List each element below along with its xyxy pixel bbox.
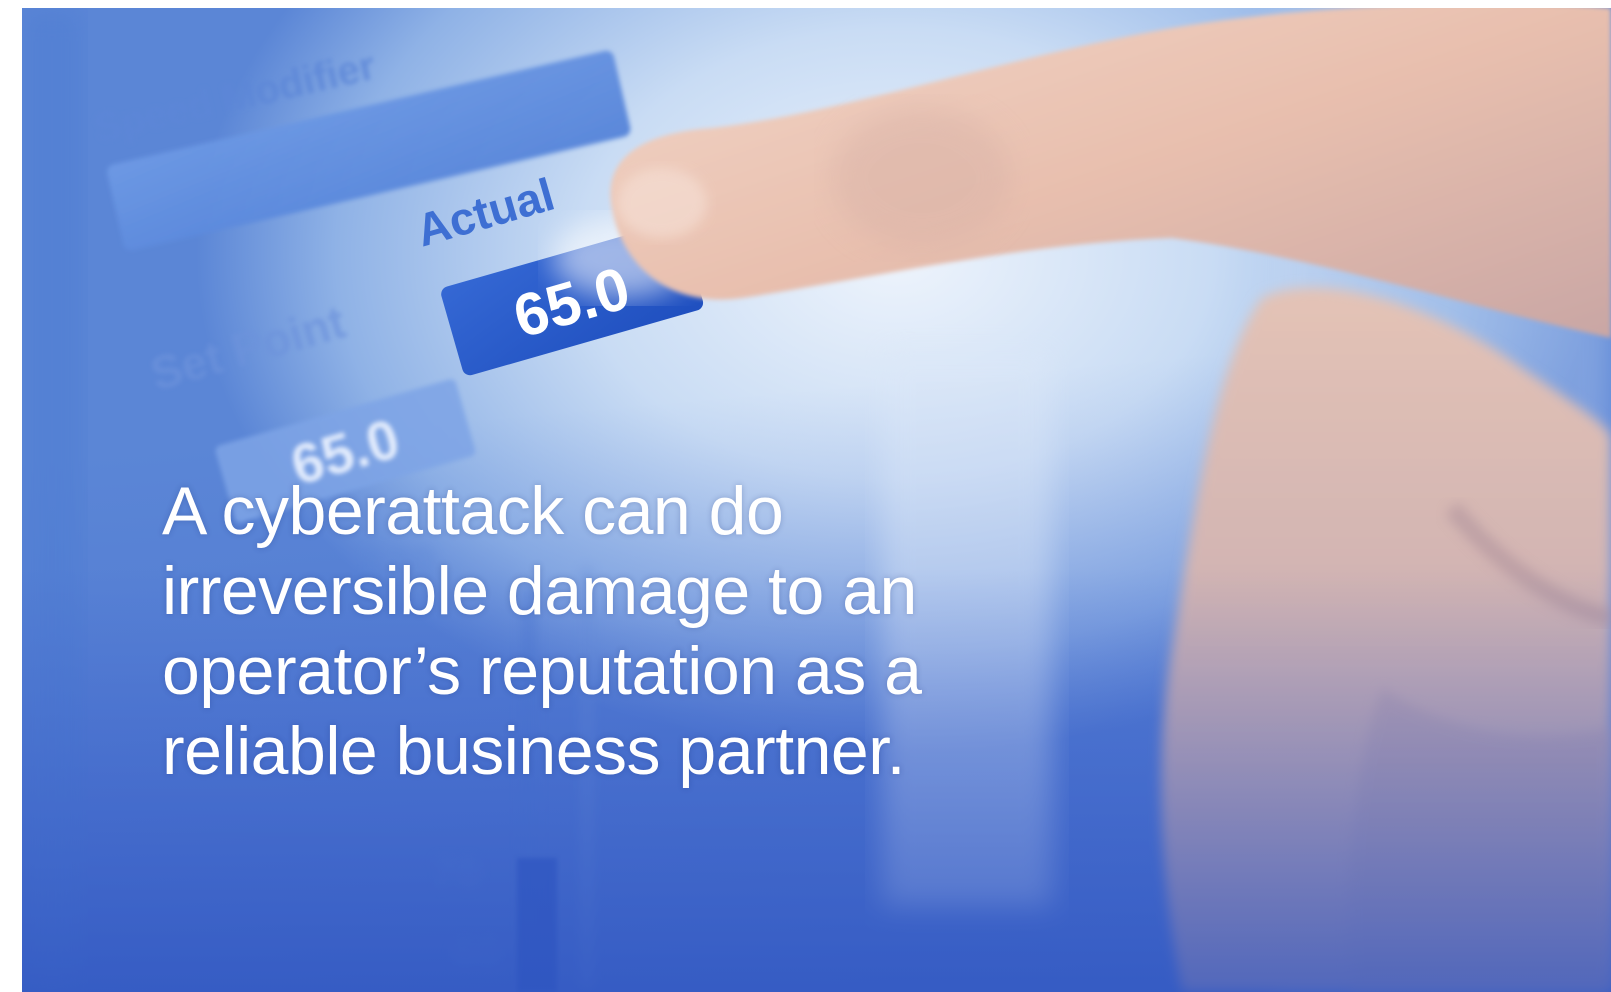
set-point-label: Set Point xyxy=(145,295,351,400)
headline-line: A cyberattack can do xyxy=(162,473,784,549)
actual-label: Actual xyxy=(411,168,560,257)
headline-line: reliable business partner. xyxy=(162,713,906,789)
page-frame: Speed Modifier Set Point Actual 65.0 65.… xyxy=(0,0,1611,992)
headline: A cyberattack can do irreversible damage… xyxy=(162,471,1062,791)
headline-line: operator’s reputation as a xyxy=(162,633,922,709)
hero-photo: Speed Modifier Set Point Actual 65.0 65.… xyxy=(22,8,1611,992)
headline-line: irreversible damage to an xyxy=(162,553,917,629)
